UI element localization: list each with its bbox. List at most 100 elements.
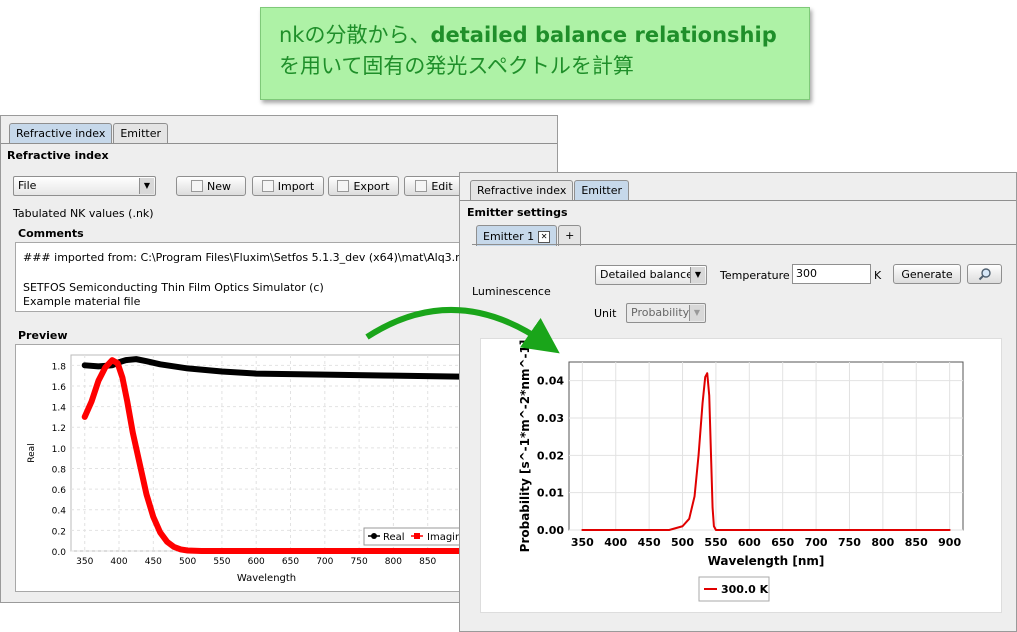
luminescence-label: Luminescence [472,285,551,298]
close-icon[interactable]: ✕ [538,230,551,243]
x-tick-label: 650 [282,557,299,567]
search-button[interactable] [967,264,1002,284]
emission-spectrum-chart: 350 400 450 500 550 600 650 700 750 800 850 900 0.00… [518,340,964,602]
chevron-down-icon: ▼ [690,267,705,283]
tabulated-label: Tabulated NK values (.nk) [13,207,154,220]
left-tab-bar: Refractive index Emitter [9,123,169,144]
tab-divider [1,143,557,144]
x-tick-label: 800 [385,557,402,567]
y-axis-label: Real [27,443,37,462]
chevron-down-icon: ▼ [139,178,154,194]
x-axis-label: Wavelength [237,573,296,584]
y-tick-label: 0.01 [537,487,564,500]
legend-marker-imagin [414,533,420,539]
y-axis-label: Probability [s^-1*m^-2*nm^-1] [518,340,532,553]
comments-title: Comments [18,227,84,240]
x-tick-label: 650 [771,536,794,549]
banner-bold-text: detailed balance relationship [430,23,777,47]
magnifier-icon [978,268,991,281]
x-tick-label: 800 [871,536,894,549]
temperature-unit: K [874,269,882,282]
luminescence-mode-combo[interactable]: Detailed balance ▼ [595,265,707,285]
x-tick-label: 750 [838,536,861,549]
temperature-input[interactable]: 300 [792,264,871,284]
x-tick-label: 700 [805,536,828,549]
x-tick-label: 700 [316,557,333,567]
x-tick-label: 400 [604,536,627,549]
legend-label: Real [383,532,405,543]
tab-refractive-index[interactable]: Refractive index [9,123,113,144]
import-button-label: Import [277,179,315,193]
subtab-divider [472,244,1016,245]
x-axis-label: Wavelength [nm] [708,554,825,568]
x-tick-label: 500 [179,557,196,567]
green-arrow [365,306,560,354]
tab-emitter[interactable]: Emitter [574,180,629,201]
comment-line: SETFOS Semiconducting Thin Film Optics S… [23,281,324,294]
tab-refractive-index[interactable]: Refractive index [470,180,574,201]
y-tick-label: 0.6 [52,486,67,496]
import-button[interactable]: Import [252,176,324,196]
unit-label: Unit [594,307,617,320]
y-tick-label: 1.2 [52,424,66,434]
y-tick-label: 0.8 [52,465,67,475]
emission-chart-panel: 350 400 450 500 550 600 650 700 750 800 850 900 0.00… [480,338,1002,613]
new-button-label: New [207,179,231,193]
plot-area [568,361,964,531]
x-tick-label: 900 [938,536,961,549]
y-tick-label: 1.8 [52,362,67,372]
preview-title: Preview [18,329,68,342]
mode-combo-value: Detailed balance [600,268,693,281]
source-combo-value: File [18,179,37,192]
x-tick-label: 350 [571,536,594,549]
import-icon [261,180,274,192]
banner-prefix: nkの分散から、 [279,23,431,47]
y-tick-label: 0.4 [52,507,67,517]
plot-area [70,354,460,552]
x-tick-label: 850 [419,557,436,567]
generate-button[interactable]: Generate [893,264,961,284]
x-tick-label: 500 [671,536,694,549]
comment-line: ### imported from: C:\Program Files\Flux… [23,251,461,264]
y-tick-label: 0.02 [537,449,564,462]
emitter-1-label: Emitter 1 [483,230,535,243]
add-emitter-tab[interactable]: + [558,225,582,246]
export-icon [337,180,350,192]
emitter-settings-title: Emitter settings [467,206,568,219]
arrow-path [365,306,560,354]
nk-preview-chart: 350 400 450 500 550 600 650 700 750 800 850 0.0 0.2 0… [27,354,460,584]
banner-line-1: nkの分散から、detailed balance relationship [279,20,809,51]
y-tick-label: 1.0 [52,445,67,455]
banner-line-2: を用いて固有の発光スペクトルを計算 [279,54,634,78]
x-tick-label: 350 [76,557,93,567]
preview-panel: 350 400 450 500 550 600 650 700 750 800 850 0.0 0.2 0… [15,344,461,592]
y-tick-label: 0.0 [52,548,67,558]
unit-combo[interactable]: Probability ▼ [626,303,706,323]
export-button-label: Export [353,179,390,193]
tab-divider [460,200,1016,201]
edit-icon [415,180,428,192]
temperature-label: Temperature [720,269,790,282]
x-tick-label: 400 [110,557,127,567]
y-tick-label: 0.2 [52,527,66,537]
new-button[interactable]: New [176,176,246,196]
source-combo[interactable]: File ▼ [13,176,156,196]
x-tick-label: 450 [638,536,661,549]
right-tab-bar: Refractive index Emitter [470,180,630,201]
y-tick-label: 1.4 [52,404,67,414]
edit-button[interactable]: Edit [404,176,464,196]
x-tick-label: 850 [905,536,928,549]
unit-combo-value: Probability [631,306,690,319]
legend-marker-real [371,533,377,539]
tab-emitter-1[interactable]: Emitter 1 ✕ [476,225,558,246]
legend-label: 300.0 K [721,583,769,596]
export-button[interactable]: Export [328,176,399,196]
x-tick-label: 600 [738,536,761,549]
y-tick-label: 0.00 [537,524,564,537]
emitter-window: Refractive index Emitter Emitter setting… [459,172,1017,632]
generate-button-label: Generate [901,267,953,281]
annotation-banner: nkの分散から、detailed balance relationship を用… [260,7,810,100]
tab-emitter[interactable]: Emitter [113,123,168,144]
edit-button-label: Edit [431,179,453,193]
new-file-icon [191,180,203,192]
